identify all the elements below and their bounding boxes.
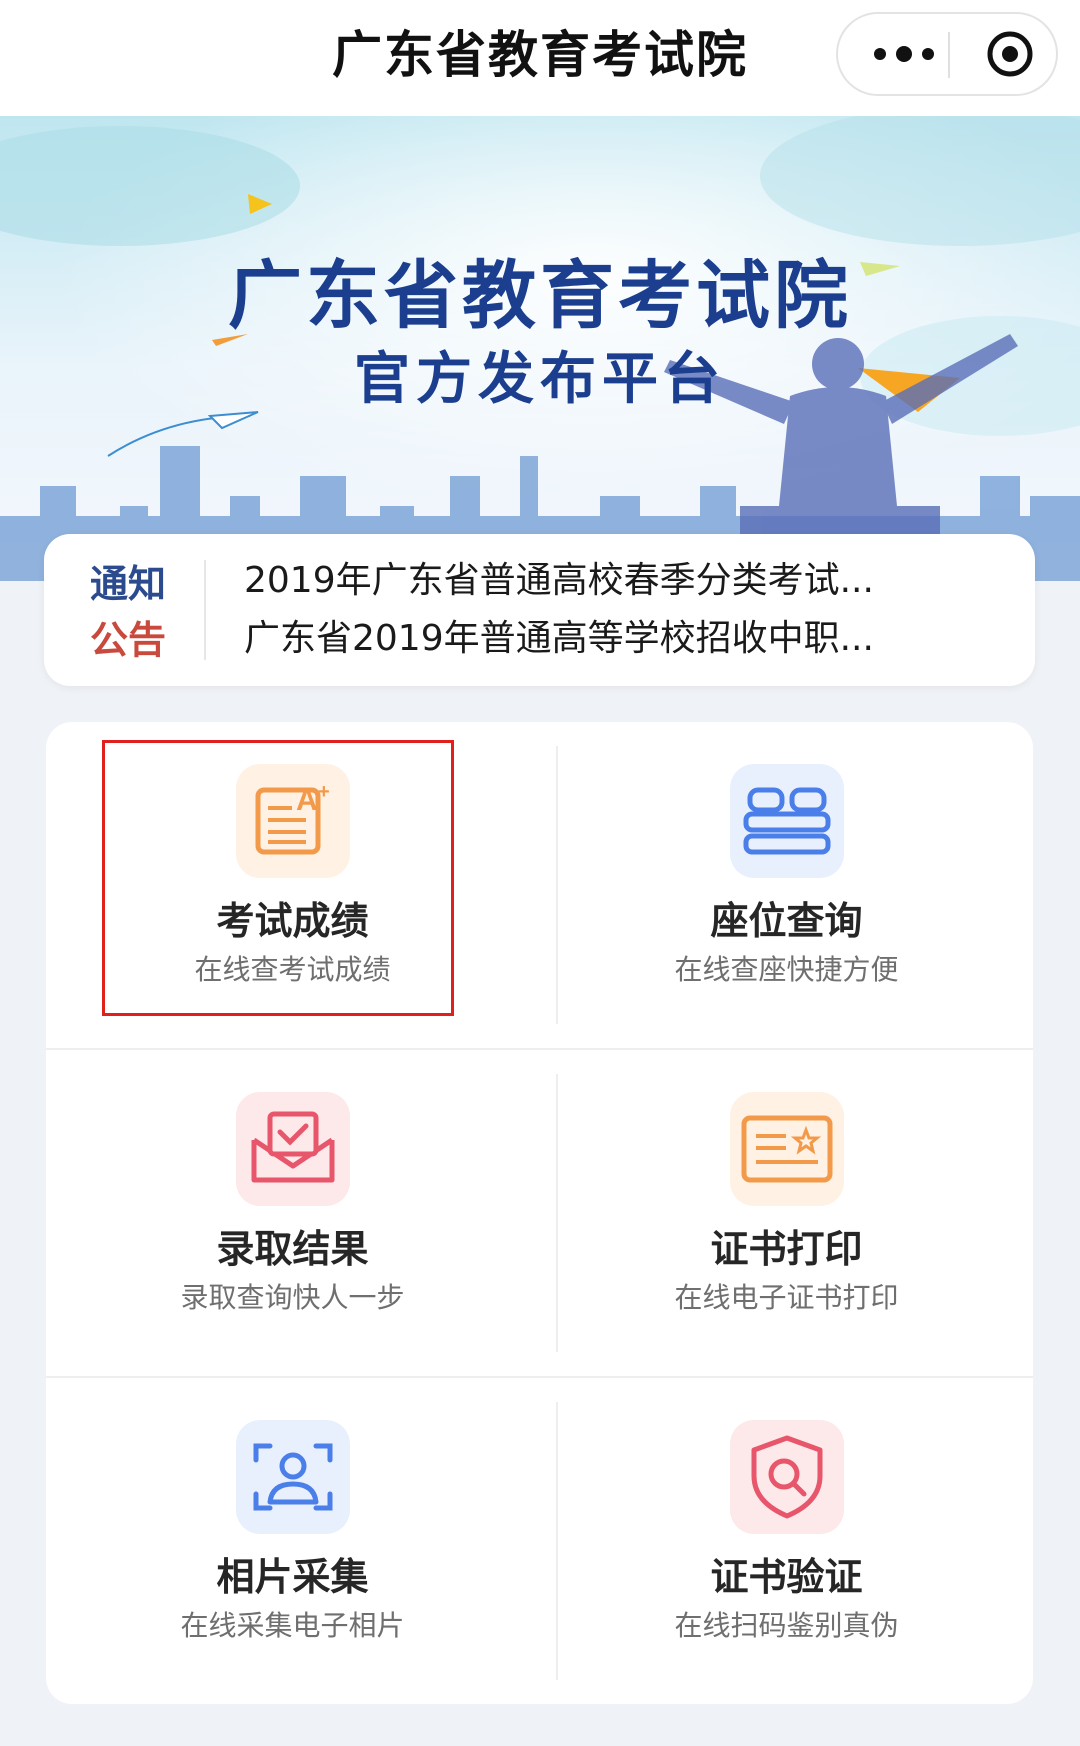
service-label: 相片采集 [216,1555,369,1599]
notice-item[interactable]: 广东省2019年普通高等学校招收中职... [244,610,1004,668]
notice-list: 2019年广东省普通高校春季分类考试... 广东省2019年普通高等学校招收中职… [244,552,1004,668]
notice-tag: 通知 公告 [90,556,180,668]
service-admission[interactable]: 录取结果 录取查询快人一步 [46,1050,539,1377]
service-subtitle: 录取查询快人一步 [180,1281,405,1314]
service-subtitle: 在线查座快捷方便 [674,953,899,986]
capsule-divider [948,32,950,78]
miniprogram-close-icon[interactable] [970,14,1050,94]
seat-query-icon [729,764,844,878]
service-subtitle: 在线扫码鉴别真伪 [674,1609,899,1642]
hero-banner: 广东省教育考试院 官方发布平台 [0,116,1080,581]
service-certificate-print[interactable]: 证书打印 在线电子证书打印 [540,1050,1033,1377]
shield-search-icon [729,1420,844,1534]
highlight-box [102,740,454,1016]
certificate-print-icon [729,1092,844,1206]
service-label: 证书验证 [710,1555,863,1599]
notice-card: 通知 公告 2019年广东省普通高校春季分类考试... 广东省2019年普通高等… [44,534,1035,686]
service-subtitle: 在线采集电子相片 [180,1609,405,1642]
admission-envelope-icon [235,1092,350,1206]
service-label: 证书打印 [710,1227,863,1271]
service-subtitle: 在线电子证书打印 [674,1281,899,1314]
top-bar: 广东省教育考试院 [0,0,1080,116]
service-seat-query[interactable]: 座位查询 在线查座快捷方便 [540,722,1033,1049]
notice-divider [204,560,206,660]
service-certificate-verify[interactable]: 证书验证 在线扫码鉴别真伪 [540,1378,1033,1704]
service-label: 座位查询 [710,899,863,943]
notice-tag-line2: 公告 [90,618,167,662]
capsule-menu [836,12,1058,96]
banner-subheading: 官方发布平台 [354,347,726,412]
banner-heading: 广东省教育考试院 [228,253,852,339]
notice-item[interactable]: 2019年广东省普通高校春季分类考试... [244,552,1004,610]
photo-capture-icon [235,1420,350,1534]
more-dots-icon[interactable] [866,14,942,94]
service-photo-capture[interactable]: 相片采集 在线采集电子相片 [46,1378,539,1704]
notice-tag-line1: 通知 [90,562,167,606]
service-label: 录取结果 [216,1227,369,1271]
